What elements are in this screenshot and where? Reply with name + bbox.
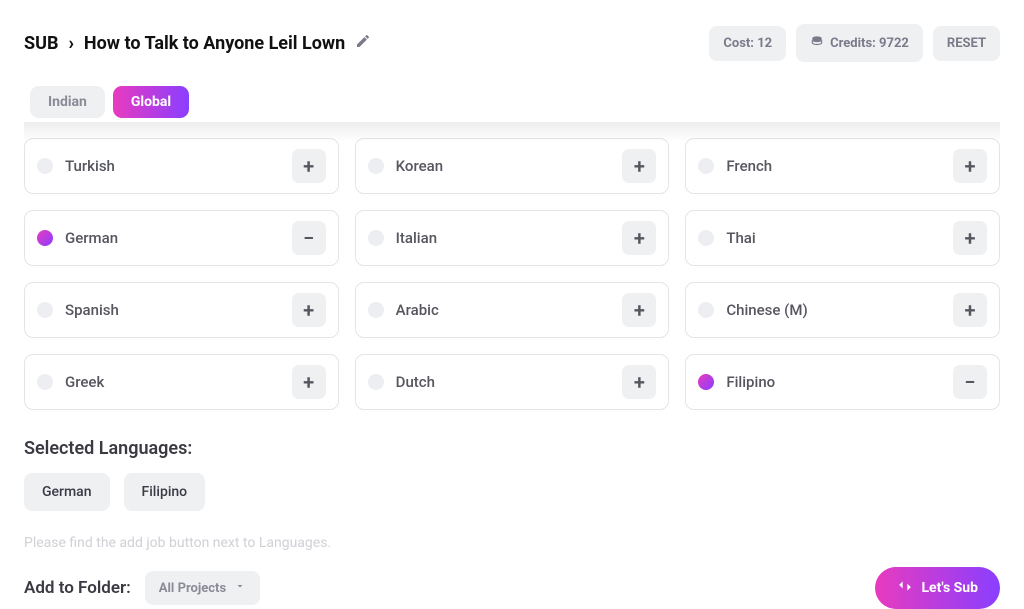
language-card-left: Turkish [37, 157, 115, 175]
language-card-left: Greek [37, 373, 104, 391]
language-dot-icon [698, 374, 714, 390]
language-card-left: Chinese (M) [698, 301, 807, 319]
language-card[interactable]: Thai + [685, 210, 1000, 266]
language-dot-icon [37, 230, 53, 246]
swap-icon [897, 579, 913, 597]
language-name: Chinese (M) [726, 301, 807, 319]
language-card[interactable]: German − [24, 210, 339, 266]
language-card-left: Arabic [368, 301, 439, 319]
language-card-left: Dutch [368, 373, 435, 391]
selected-languages-chips: German Filipino [24, 473, 1000, 511]
language-card-left: Spanish [37, 301, 119, 319]
page-title: How to Talk to Anyone Leil Lown [84, 33, 345, 54]
language-card[interactable]: French + [685, 138, 1000, 194]
coins-icon [810, 34, 824, 52]
add-language-button[interactable]: + [622, 365, 656, 399]
tab-indian[interactable]: Indian [30, 86, 105, 118]
language-dot-icon [368, 302, 384, 318]
selected-language-chip[interactable]: German [24, 473, 110, 511]
language-card-left: Korean [368, 157, 443, 175]
chevron-right-icon: › [68, 33, 73, 54]
language-name: French [726, 157, 772, 175]
edit-icon[interactable] [355, 33, 371, 54]
selected-language-chip[interactable]: Filipino [124, 473, 206, 511]
add-language-button[interactable]: + [953, 293, 987, 327]
selected-languages-title: Selected Languages: [24, 438, 1000, 459]
language-dot-icon [37, 374, 53, 390]
language-name: Spanish [65, 301, 119, 319]
language-card[interactable]: Dutch + [355, 354, 670, 410]
tab-global[interactable]: Global [113, 86, 189, 118]
language-name: Turkish [65, 157, 115, 175]
header-actions: Cost: 12 Credits: 9722 RESET [709, 24, 1000, 62]
language-card-left: Filipino [698, 373, 775, 391]
language-card[interactable]: Chinese (M) + [685, 282, 1000, 338]
chevron-down-icon [234, 580, 246, 596]
language-card[interactable]: Arabic + [355, 282, 670, 338]
add-language-button[interactable]: + [292, 365, 326, 399]
language-name: Arabic [396, 301, 439, 319]
language-card[interactable]: Greek + [24, 354, 339, 410]
folder-dropdown[interactable]: All Projects [145, 571, 260, 605]
add-language-button[interactable]: + [953, 221, 987, 255]
cost-badge: Cost: 12 [709, 26, 786, 61]
add-language-button[interactable]: + [292, 293, 326, 327]
credits-badge: Credits: 9722 [796, 24, 923, 62]
add-language-button[interactable]: + [622, 149, 656, 183]
language-name: Korean [396, 157, 443, 175]
add-language-button[interactable]: + [953, 149, 987, 183]
language-name: Dutch [396, 373, 435, 391]
add-to-folder-row: Add to Folder: All Projects [24, 571, 260, 605]
add-language-button[interactable]: + [622, 221, 656, 255]
language-card-left: Italian [368, 229, 437, 247]
add-language-button[interactable]: + [622, 293, 656, 327]
tabs: Indian Global [24, 86, 1000, 118]
language-dot-icon [698, 158, 714, 174]
language-card-left: German [37, 229, 118, 247]
breadcrumb: SUB › How to Talk to Anyone Leil Lown [24, 33, 371, 54]
language-grid: Turkish+Korean+French+German−Italian+Tha… [24, 138, 1000, 410]
language-card[interactable]: Italian + [355, 210, 670, 266]
language-dot-icon [37, 158, 53, 174]
language-name: Italian [396, 229, 437, 247]
language-card[interactable]: Filipino − [685, 354, 1000, 410]
language-dot-icon [368, 158, 384, 174]
language-card[interactable]: Turkish + [24, 138, 339, 194]
hint-text: Please find the add job button next to L… [24, 535, 1000, 551]
language-name: German [65, 229, 118, 247]
language-dot-icon [698, 302, 714, 318]
language-name: Thai [726, 229, 755, 247]
breadcrumb-root[interactable]: SUB [24, 33, 58, 54]
language-name: Greek [65, 373, 104, 391]
add-language-button[interactable]: + [292, 149, 326, 183]
language-name: Filipino [726, 373, 775, 391]
remove-language-button[interactable]: − [292, 221, 326, 255]
lets-sub-button[interactable]: Let's Sub [875, 567, 1000, 609]
language-card-left: Thai [698, 229, 755, 247]
folder-label: Add to Folder: [24, 578, 131, 598]
language-dot-icon [368, 374, 384, 390]
reset-button[interactable]: RESET [933, 26, 1000, 61]
language-card[interactable]: Spanish + [24, 282, 339, 338]
remove-language-button[interactable]: − [953, 365, 987, 399]
language-dot-icon [368, 230, 384, 246]
language-dot-icon [37, 302, 53, 318]
language-dot-icon [698, 230, 714, 246]
language-card[interactable]: Korean + [355, 138, 670, 194]
language-card-left: French [698, 157, 772, 175]
